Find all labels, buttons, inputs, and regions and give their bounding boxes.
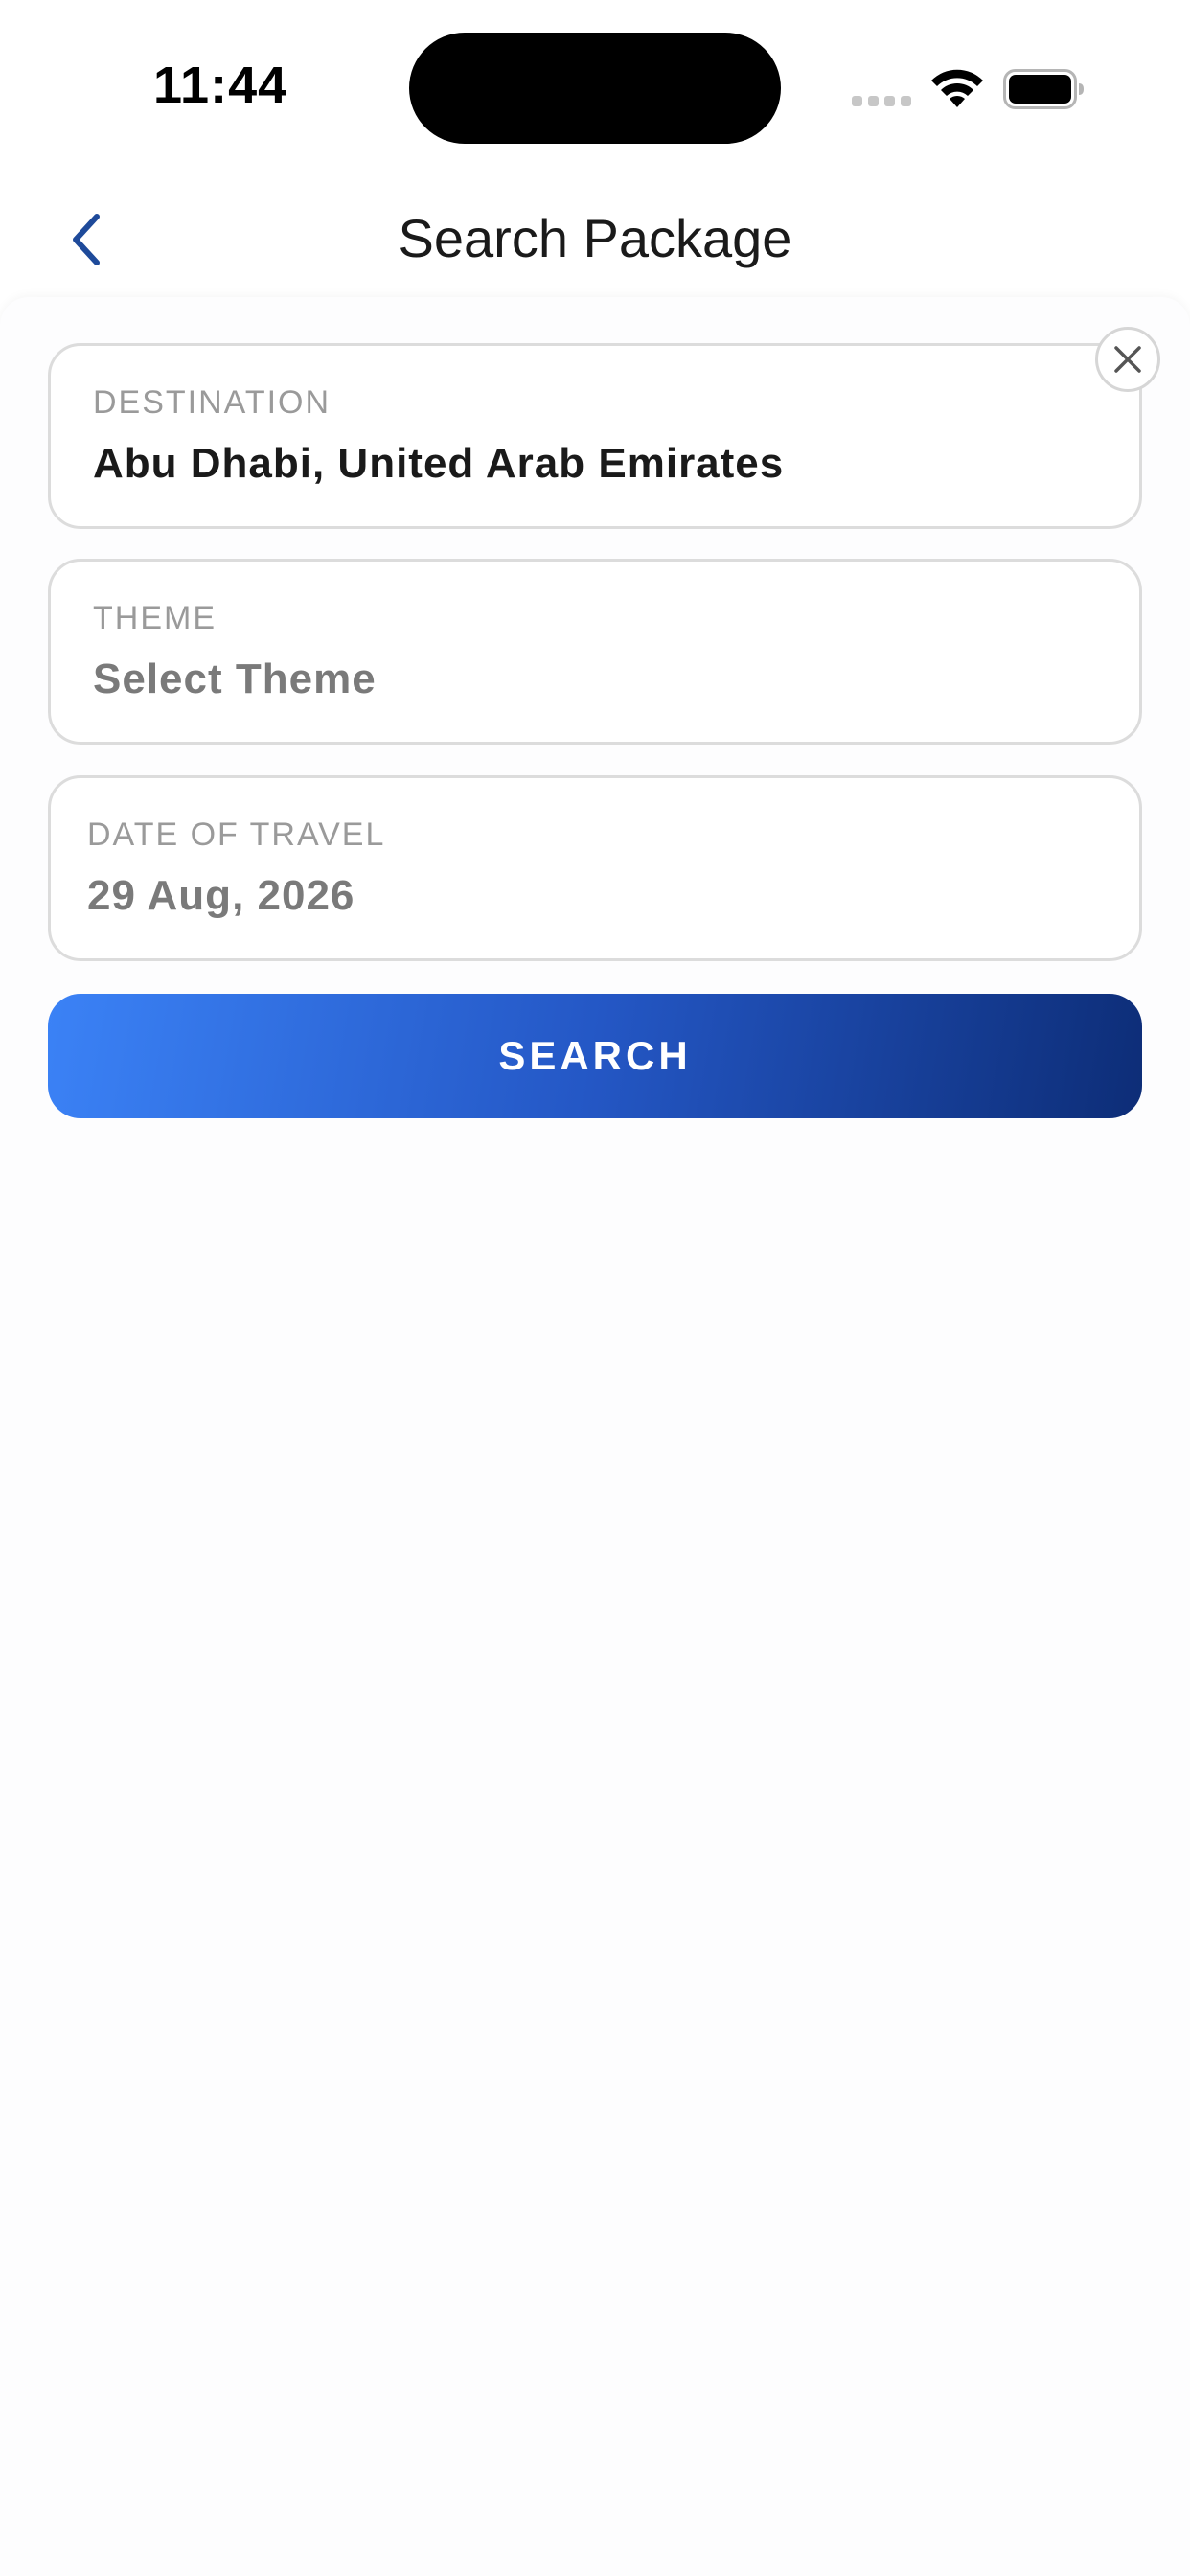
status-bar: 11:44 <box>0 0 1190 172</box>
signal-dots-icon <box>852 96 911 106</box>
wifi-icon <box>931 69 983 107</box>
header: Search Package <box>0 172 1190 297</box>
theme-placeholder: Select Theme <box>93 656 377 702</box>
battery-icon <box>1003 69 1084 109</box>
search-button[interactable]: SEARCH <box>48 994 1142 1118</box>
status-time: 11:44 <box>153 57 288 114</box>
close-icon <box>1114 346 1141 373</box>
dynamic-island <box>409 33 781 144</box>
date-of-travel-field[interactable]: DATE OF TRAVEL 29 Aug, 2026 <box>48 775 1142 961</box>
destination-value: Abu Dhabi, United Arab Emirates <box>93 440 785 487</box>
date-of-travel-label: DATE OF TRAVEL <box>87 816 386 853</box>
date-of-travel-value: 29 Aug, 2026 <box>87 872 355 919</box>
destination-field[interactable]: DESTINATION Abu Dhabi, United Arab Emira… <box>48 343 1142 529</box>
destination-label: DESTINATION <box>93 384 332 421</box>
page-title: Search Package <box>398 208 792 268</box>
theme-label: THEME <box>93 600 217 636</box>
theme-field[interactable]: THEME Select Theme <box>48 559 1142 745</box>
search-package-screen: 11:44 Search Package DESTINATION Abu Dha… <box>0 0 1190 2576</box>
search-form-sheet: DESTINATION Abu Dhabi, United Arab Emira… <box>0 297 1190 2576</box>
clear-destination-button[interactable] <box>1095 327 1160 392</box>
